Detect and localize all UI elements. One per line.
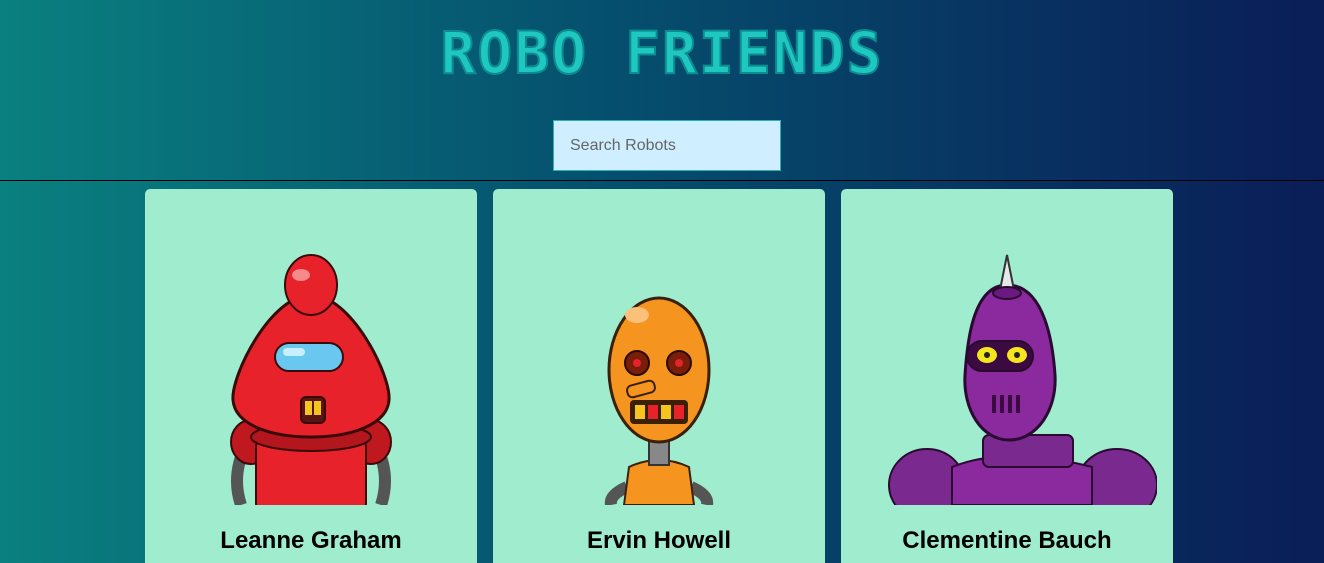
- app-title: ROBO FRIENDS: [439, 19, 884, 87]
- search-input[interactable]: [553, 120, 781, 171]
- robot-card[interactable]: Ervin Howell: [493, 189, 825, 563]
- robot-card[interactable]: Leanne Graham: [145, 189, 477, 563]
- robot-avatar: [230, 254, 392, 505]
- robot-avatar: [604, 296, 714, 505]
- robot-name: Clementine Bauch: [902, 527, 1112, 554]
- robot-card[interactable]: Clementine Bauch: [841, 189, 1173, 563]
- header: ROBO FRIENDS: [0, 0, 1324, 181]
- robot-name: Leanne Graham: [220, 527, 402, 554]
- robot-avatar: [888, 254, 1157, 505]
- robot-name: Ervin Howell: [586, 527, 732, 554]
